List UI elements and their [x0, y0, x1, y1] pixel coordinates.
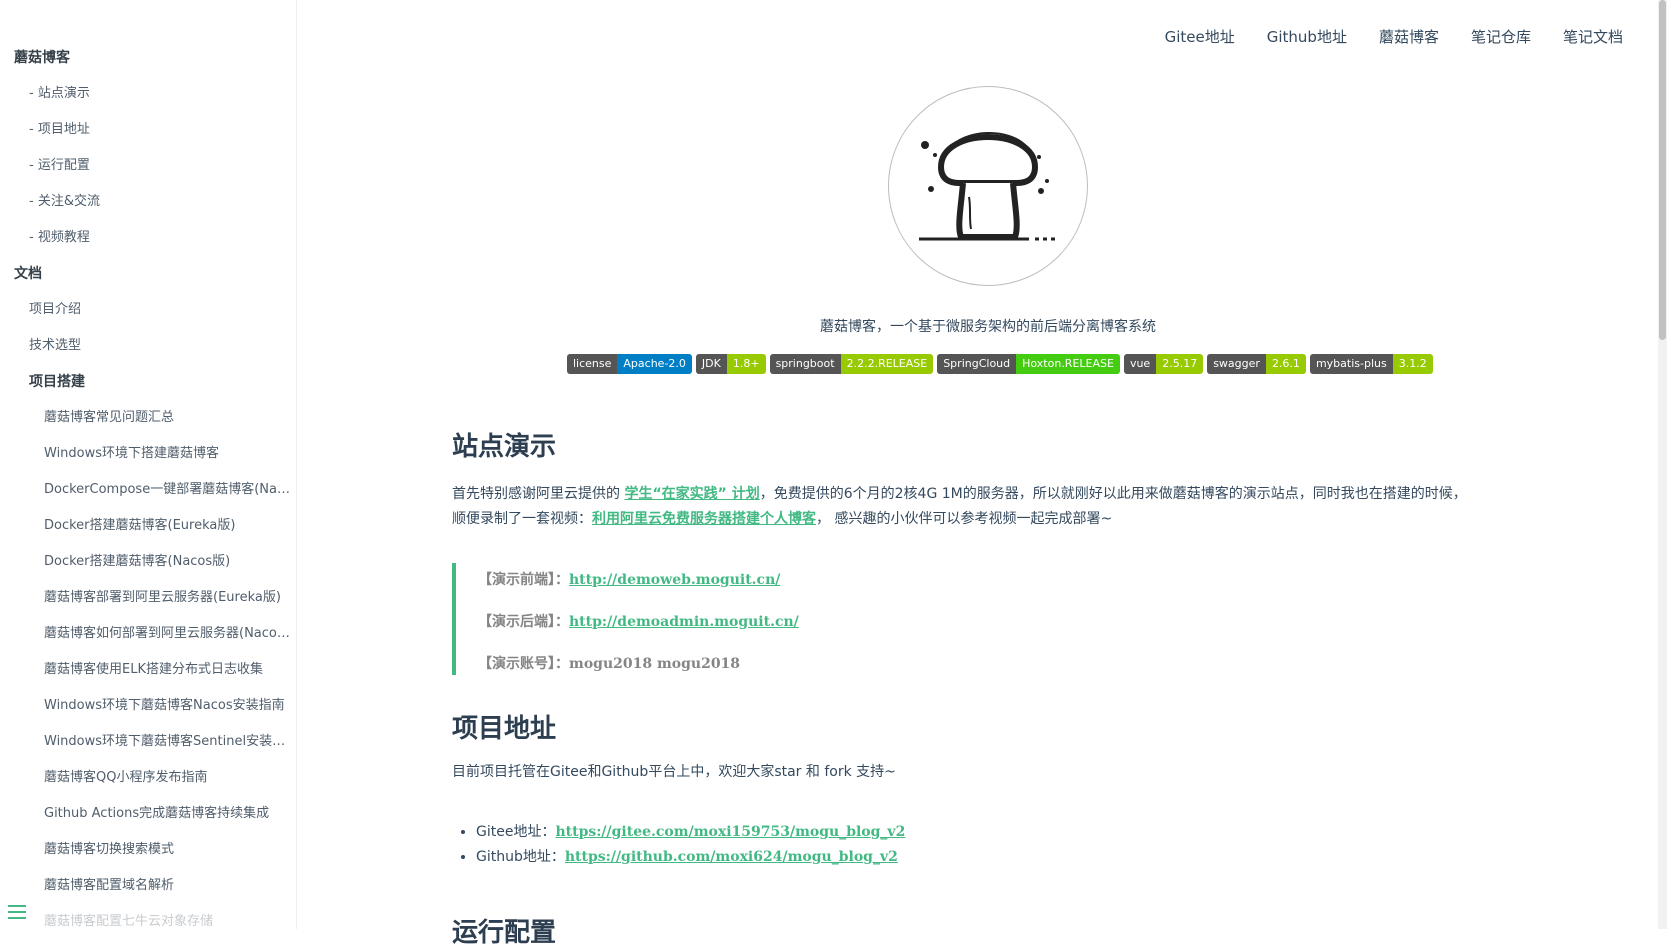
sidebar-item[interactable]: - 项目地址: [14, 112, 292, 148]
badge-label: vue: [1123, 354, 1157, 374]
badge-value: 2.5.17: [1156, 354, 1204, 374]
sidebar-item[interactable]: Github Actions完成蘑菇博客持续集成: [14, 796, 292, 832]
sidebar-item[interactable]: 项目介绍: [14, 292, 292, 328]
nav-link-gitee[interactable]: Gitee地址: [1165, 26, 1235, 47]
demo-account-label: 【演示账号】：: [478, 656, 569, 672]
sidebar-item[interactable]: - 关注&交流: [14, 184, 292, 220]
badge: license Apache-2.0: [567, 354, 692, 374]
top-nav: Gitee地址 Github地址 蘑菇博客 笔记仓库 笔记文档: [1165, 26, 1623, 47]
gitee-url-link[interactable]: https://gitee.com/moxi159753/mogu_blog_v…: [555, 824, 905, 840]
sidebar-item[interactable]: 蘑菇博客: [14, 40, 292, 76]
demo-blockquote: 【演示前端】：http://demoweb.moguit.cn/ 【演示后端】：…: [452, 563, 1512, 675]
badge-value: Hoxton.RELEASE: [1016, 354, 1120, 374]
sidebar-item[interactable]: 项目搭建: [14, 364, 292, 400]
badge: swagger 2.6.1: [1207, 354, 1306, 374]
page-scrollbar[interactable]: [1658, 0, 1667, 929]
nav-link-notes-docs[interactable]: 笔记文档: [1563, 26, 1623, 47]
demo-front-label: 【演示前端】：: [478, 572, 569, 588]
sidebar-item[interactable]: Windows环境下蘑菇博客Sentinel安装指南: [14, 724, 292, 760]
sidebar-item[interactable]: Windows环境下搭建蘑菇博客: [14, 436, 292, 472]
sidebar-item[interactable]: 蘑菇博客常见问题汇总: [14, 400, 292, 436]
demo-intro-text-1: 首先特别感谢阿里云提供的: [452, 486, 625, 502]
repo-list: Gitee地址：https://gitee.com/moxi159753/mog…: [460, 820, 905, 870]
repo-intro-paragraph: 目前项目托管在Gitee和Github平台上中，欢迎大家star 和 fork …: [452, 764, 896, 780]
sidebar-item[interactable]: 蘑菇博客配置七牛云对象存储: [14, 904, 292, 929]
nav-link-github[interactable]: Github地址: [1267, 26, 1347, 47]
sidebar-item[interactable]: DockerCompose一键部署蘑菇博客(Nacos版): [14, 472, 292, 508]
badge: vue 2.5.17: [1123, 354, 1204, 374]
scrollbar-thumb[interactable]: [1659, 0, 1666, 340]
demo-account-value: mogu2018 mogu2018: [569, 656, 741, 672]
mushroom-logo-icon: [888, 86, 1088, 286]
github-label: Github地址：: [476, 849, 565, 865]
badge-value: 2.6.1: [1265, 354, 1306, 374]
section-heading-repo: 项目地址: [452, 714, 557, 744]
sidebar-item[interactable]: 蘑菇博客如何部署到阿里云服务器(Nacos版): [14, 616, 292, 652]
list-item: Gitee地址：https://gitee.com/moxi159753/mog…: [476, 820, 905, 845]
student-plan-link[interactable]: 学生“在家实践” 计划: [624, 486, 759, 502]
demo-front-row: 【演示前端】：http://demoweb.moguit.cn/: [478, 569, 780, 589]
badge-label: swagger: [1207, 354, 1266, 374]
sidebar-item[interactable]: 蘑菇博客配置域名解析: [14, 868, 292, 904]
sidebar-item[interactable]: Windows环境下蘑菇博客Nacos安装指南: [14, 688, 292, 724]
sidebar-item[interactable]: 蘑菇博客QQ小程序发布指南: [14, 760, 292, 796]
sidebar-item[interactable]: Docker搭建蘑菇博客(Eureka版): [14, 508, 292, 544]
nav-link-notes-repo[interactable]: 笔记仓库: [1471, 26, 1531, 47]
sidebar-item[interactable]: 蘑菇博客使用ELK搭建分布式日志收集: [14, 652, 292, 688]
demo-account-row: 【演示账号】：mogu2018 mogu2018: [478, 653, 740, 673]
badge-value: Apache-2.0: [617, 354, 692, 374]
badge-value: 2.2.2.RELEASE: [840, 354, 934, 374]
sidebar-toggle-menu-icon[interactable]: [8, 905, 26, 919]
demo-front-url-link[interactable]: http://demoweb.moguit.cn/: [569, 572, 780, 588]
sidebar-item[interactable]: 蘑菇博客切换搜索模式: [14, 832, 292, 868]
demo-intro-paragraph: 首先特别感谢阿里云提供的 学生“在家实践” 计划，免费提供的6个月的2核4G 1…: [452, 482, 1512, 532]
badge-label: JDK: [695, 354, 727, 374]
sidebar-item[interactable]: - 站点演示: [14, 76, 292, 112]
demo-intro-text-4: ， 感兴趣的小伙伴可以参考视频一起完成部署~: [816, 511, 1113, 527]
sidebar-item[interactable]: 蘑菇博客部署到阿里云服务器(Eureka版): [14, 580, 292, 616]
section-heading-demo: 站点演示: [452, 432, 557, 462]
badge: JDK 1.8+: [695, 354, 766, 374]
sidebar-nav: 蘑菇博客 - 站点演示 - 项目地址 - 运行配置 - 关注&交流 - 视频教程 文档 项目介…: [14, 40, 292, 929]
sidebar-item[interactable]: 技术选型: [14, 328, 292, 364]
video-tutorial-link[interactable]: 利用阿里云免费服务器搭建个人博客: [592, 511, 816, 527]
badge-label: mybatis-plus: [1309, 354, 1393, 374]
badge-label: springboot: [769, 354, 841, 374]
badge: springboot 2.2.2.RELEASE: [769, 354, 934, 374]
nav-link-mogu-blog[interactable]: 蘑菇博客: [1379, 26, 1439, 47]
sidebar-item[interactable]: - 运行配置: [14, 148, 292, 184]
demo-back-row: 【演示后端】：http://demoadmin.moguit.cn/: [478, 611, 799, 631]
badge: SpringCloud Hoxton.RELEASE: [937, 354, 1120, 374]
demo-intro-text-3: 顺便录制了一套视频：: [452, 511, 592, 527]
sidebar-item[interactable]: Docker搭建蘑菇博客(Nacos版): [14, 544, 292, 580]
badge-value: 1.8+: [726, 354, 766, 374]
badge-value: 3.1.2: [1392, 354, 1433, 374]
sidebar-item[interactable]: - 视频教程: [14, 220, 292, 256]
demo-back-url-link[interactable]: http://demoadmin.moguit.cn/: [569, 614, 799, 630]
badge-label: license: [567, 354, 618, 374]
badge-label: SpringCloud: [937, 354, 1017, 374]
section-heading-run-config: 运行配置: [452, 918, 557, 948]
demo-back-label: 【演示后端】：: [478, 614, 569, 630]
gitee-label: Gitee地址：: [476, 824, 556, 840]
badge-row: license Apache-2.0 JDK 1.8+ springboot 2.2.2.…: [567, 354, 1433, 374]
demo-intro-text-2: ，免费提供的6个月的2核4G 1M的服务器，所以就刚好以此用来做蘑菇博客的演示站…: [759, 486, 1467, 502]
sidebar: 蘑菇博客 - 站点演示 - 项目地址 - 运行配置 - 关注&交流 - 视频教程 文档 项目介…: [0, 0, 297, 929]
hero-tagline: 蘑菇博客，一个基于微服务架构的前后端分离博客系统: [820, 319, 1156, 335]
list-item: Github地址：https://github.com/moxi624/mogu…: [476, 845, 905, 870]
sidebar-item[interactable]: 文档: [14, 256, 292, 292]
github-url-link[interactable]: https://github.com/moxi624/mogu_blog_v2: [565, 849, 898, 865]
badge: mybatis-plus 3.1.2: [1309, 354, 1433, 374]
